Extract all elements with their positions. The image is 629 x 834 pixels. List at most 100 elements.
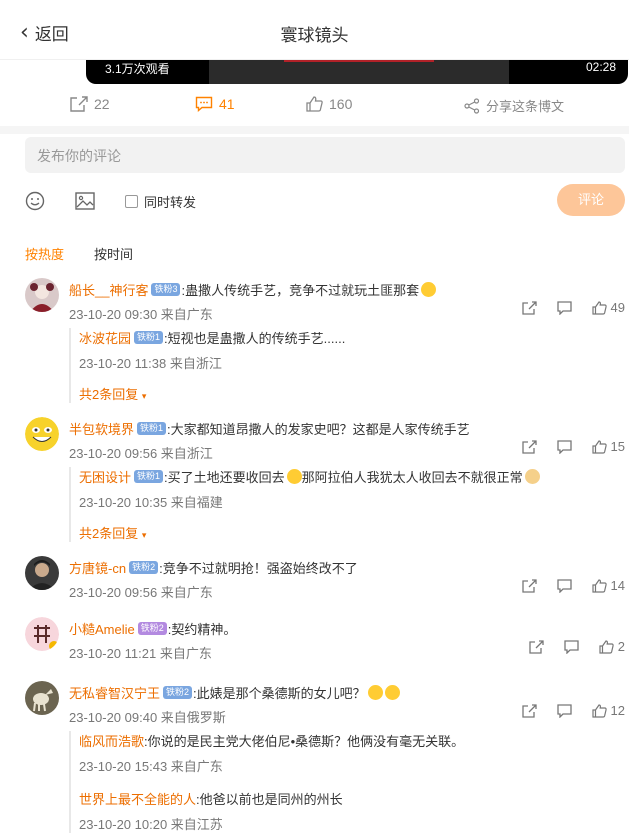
reply-item: 无困设计 铁粉1 :买了土地还要收回去 那阿拉伯人我犹太人收回去不就很正常	[79, 467, 589, 486]
like-count: 2	[617, 639, 625, 654]
checkbox-box[interactable]	[125, 194, 138, 208]
video-duration: 02:28	[585, 60, 616, 74]
reply-meta: 23-10-20 15:43 来自广东	[79, 759, 223, 774]
avatar[interactable]	[25, 556, 59, 590]
reply-meta: 23-10-20 10:35 来自福建	[79, 495, 223, 510]
comment-count: 41	[219, 96, 235, 112]
reply-icon[interactable]	[556, 439, 572, 454]
reply-icon[interactable]	[556, 300, 572, 315]
reply-item: 临风而浩歌 :你说的是民主党大佬伯尼•桑德斯？他俩没有毫无关联。	[79, 731, 589, 750]
emoji-cat-icon	[524, 469, 540, 484]
comment-icon	[195, 96, 213, 112]
like-count: 14	[610, 578, 625, 593]
like-count: 160	[329, 96, 353, 112]
comment-username[interactable]: 无私睿智汉宁王	[69, 683, 160, 702]
emoji-sweat-icon	[367, 685, 383, 700]
comment-ops: 12	[502, 703, 625, 718]
image-icon[interactable]	[75, 192, 95, 210]
reply-text: :买了土地还要收回去	[164, 470, 285, 485]
comment-meta: 23-10-20 11:21 来自广东	[69, 646, 212, 661]
fan-badge: 铁粉2	[137, 622, 167, 635]
like-icon	[591, 703, 607, 718]
comment-text: :竞争不过就明抢！强盗始终改不了	[159, 561, 358, 576]
more-replies-link[interactable]: 共2条回复 ▾	[79, 384, 589, 403]
reply-item: 世界上最不全能的人 :他爸以前也是同州的州长	[79, 789, 589, 808]
like-icon	[599, 639, 614, 654]
comment-ops: 14	[502, 578, 625, 593]
comment-username[interactable]: 半包软境界	[69, 419, 134, 438]
reply-icon[interactable]	[556, 703, 572, 718]
avatar[interactable]	[25, 417, 59, 451]
reply-text: :他爸以前也是同州的州长	[196, 792, 343, 807]
like-icon	[591, 300, 607, 315]
like-count: 15	[610, 439, 625, 454]
more-replies-label: 共2条回复	[79, 387, 139, 402]
reply-username[interactable]: 无困设计	[79, 467, 131, 486]
repost-icon[interactable]	[521, 703, 537, 718]
video-views: 3.1万次观看	[105, 62, 170, 76]
post-action-bar: 22 41 160 分享这条博文	[0, 90, 629, 120]
comment-username[interactable]: 船长__神行客	[69, 280, 148, 299]
comment-meta: 23-10-20 09:56 来自广东	[69, 585, 213, 600]
fan-badge: 铁粉3	[151, 283, 181, 296]
reply-thread: 临风而浩歌 :你说的是民主党大佬伯尼•桑德斯？他俩没有毫无关联。 23-10-2…	[69, 731, 589, 833]
reply-username[interactable]: 临风而浩歌	[79, 731, 144, 750]
like-icon	[591, 578, 607, 593]
like-comment-button[interactable]: 14	[591, 578, 625, 593]
comment-text: :蛊撒人传统手艺，竞争不过就玩土匪那套	[181, 283, 420, 298]
submit-comment-button[interactable]: 评论	[557, 184, 625, 216]
fan-badge: 铁粉2	[129, 561, 159, 574]
emoji-icon[interactable]	[25, 191, 45, 211]
reply-icon[interactable]	[556, 578, 572, 593]
like-comment-button[interactable]: 49	[591, 300, 625, 315]
repost-icon	[70, 96, 88, 112]
like-icon	[591, 439, 607, 454]
repost-icon[interactable]	[521, 300, 537, 315]
like-count: 49	[610, 300, 625, 315]
tab-sort-hot[interactable]: 按热度	[25, 244, 64, 263]
more-replies-label: 共2条回复	[79, 526, 139, 541]
reply-meta: 23-10-20 11:38 来自浙江	[79, 356, 222, 371]
comment-ops: 2	[509, 639, 625, 654]
reply-thread: 无困设计 铁粉1 :买了土地还要收回去 那阿拉伯人我犹太人收回去不就很正常 23…	[69, 467, 589, 542]
like-comment-button[interactable]: 12	[591, 703, 625, 718]
like-count: 12	[610, 703, 625, 718]
like-button[interactable]: 160	[306, 96, 352, 112]
repost-button[interactable]: 22	[70, 96, 110, 112]
fan-badge: 铁粉2	[163, 686, 193, 699]
more-replies-link[interactable]: 共2条回复 ▾	[79, 523, 589, 542]
share-icon	[464, 97, 480, 114]
repost-icon[interactable]	[521, 439, 537, 454]
comment-meta: 23-10-20 09:56 来自浙江	[69, 446, 213, 461]
avatar[interactable]	[25, 681, 59, 715]
comment-username[interactable]: 小糙Amelie	[69, 619, 135, 638]
repost-checkbox[interactable]: 同时转发	[125, 192, 196, 211]
composer-tools: 同时转发	[25, 186, 196, 216]
repost-icon[interactable]	[521, 578, 537, 593]
avatar[interactable]	[25, 278, 59, 312]
comment-input[interactable]: 发布你的评论	[25, 137, 625, 173]
reply-icon[interactable]	[564, 639, 579, 654]
emoji-laugh-icon	[286, 469, 302, 484]
comment-text: :大家都知道昂撒人的发家史吧？这都是人家传统手艺	[167, 422, 470, 437]
sort-tabs: 按热度 按时间	[25, 244, 133, 263]
emoji-laugh-icon	[384, 685, 400, 700]
like-comment-button[interactable]: 2	[599, 639, 625, 654]
share-button[interactable]: 分享这条博文	[464, 96, 564, 115]
repost-icon[interactable]	[529, 639, 544, 654]
section-divider	[0, 126, 629, 134]
reply-username[interactable]: 世界上最不全能的人	[79, 789, 196, 808]
caret-down-icon: ▾	[141, 530, 147, 540]
reply-item: 冰波花园 铁粉1 :短视也是蛊撒人的传统手艺......	[79, 328, 589, 347]
tab-sort-time[interactable]: 按时间	[94, 244, 133, 263]
comment-username[interactable]: 方唐镜-cn	[69, 558, 126, 577]
comment-text: :此婊是那个桑德斯的女儿吧？	[193, 686, 366, 701]
like-icon	[306, 96, 323, 112]
like-comment-button[interactable]: 15	[591, 439, 625, 454]
reply-text: :短视也是蛊撒人的传统手艺......	[164, 331, 346, 346]
avatar[interactable]	[25, 617, 59, 651]
repost-checkbox-label: 同时转发	[144, 194, 197, 210]
fan-badge: 铁粉1	[134, 331, 164, 344]
reply-username[interactable]: 冰波花园	[79, 328, 131, 347]
reply-text: :你说的是民主党大佬伯尼•桑德斯？他俩没有毫无关联。	[144, 734, 465, 749]
